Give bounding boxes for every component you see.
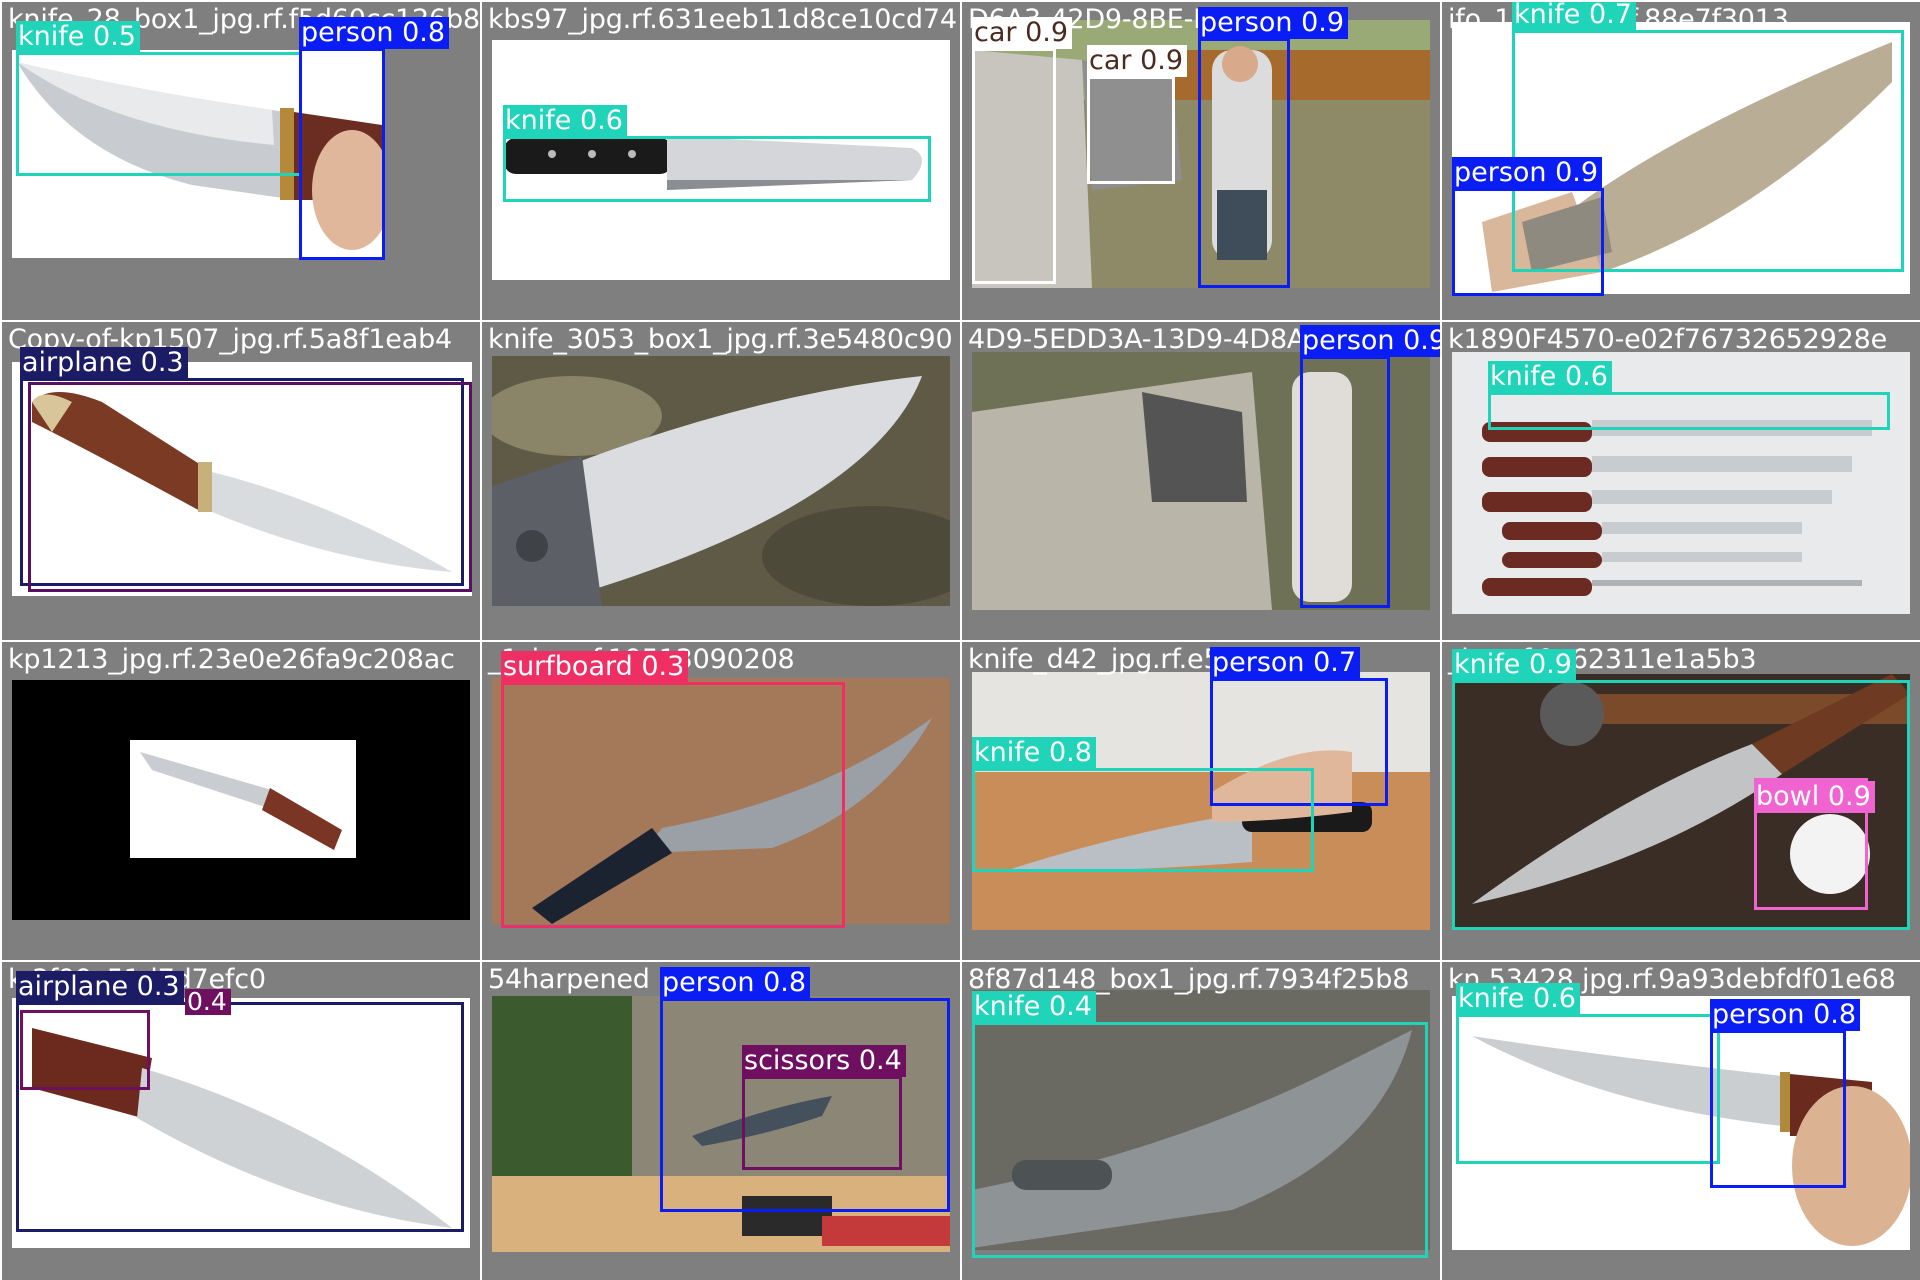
tile-9: kp1213_jpg.rf.23e0e26fa9c208ac (2, 642, 480, 960)
tile-16: kn 53428.jpg.rf.9a93debfdf01e68 knife 0.… (1442, 962, 1920, 1280)
knife-photo (492, 356, 950, 606)
bbox-label: scissors 0.4 (742, 1045, 906, 1077)
bbox-label: knife 0.6 (1488, 361, 1612, 393)
tile-10: _1_jpg.rf.19513090208 surfboard 0.3 (482, 642, 960, 960)
tile-15: 8f87d148_box1_jpg.rf.7934f25b8 knife 0.4 (962, 962, 1440, 1280)
tile-6: knife_3053_box1_jpg.rf.3e5480c90 (482, 322, 960, 640)
bbox-person: person 0.8 (299, 17, 450, 260)
bbox-knife: knife 0.6 (503, 105, 931, 202)
bbox-label: knife 0.7 (1512, 2, 1636, 31)
filename-label: k1890F4570-e02f76732652928e (1448, 324, 1887, 355)
bbox-label: knife 0.6 (503, 105, 627, 137)
bbox-label: airplane 0.3 (20, 347, 188, 379)
bbox-knife: knife 0.6 (1456, 983, 1720, 1164)
bbox-label: person 0.9 (1300, 325, 1440, 357)
filename-label: 4D9-5EDD3A-13D9-4D8A-8E (968, 324, 1348, 355)
bbox-knife: knife 0.4 (972, 991, 1428, 1258)
bbox-label: 0.4 (185, 989, 231, 1015)
tile-2: kbs97_jpg.rf.631eeb11d8ce10cd74 knife 0.… (482, 2, 960, 320)
bbox-person: person 0.9 (1198, 7, 1349, 288)
bbox-label: car 0.9 (1087, 45, 1188, 77)
bbox-label: knife 0.9 (1452, 649, 1576, 681)
tile-12: _jpg.rf.9e62311e1a5b3 knife 0.9 bowl 0.9 (1442, 642, 1920, 960)
filename-label: kp1213_jpg.rf.23e0e26fa9c208ac (8, 644, 455, 675)
bbox-label: bowl 0.9 (1754, 781, 1875, 813)
bbox-bowl: bowl 0.9 (1754, 778, 1875, 910)
bbox-label: person 0.9 (1452, 157, 1603, 189)
bbox-label: knife 0.6 (1456, 983, 1580, 1015)
tile-13: k 3f99c51d7d7efc0 airplane 0.3 0.4 (2, 962, 480, 1280)
bbox-person: person 0.9 (1300, 325, 1440, 608)
bbox-label: surfboard 0.3 (501, 651, 689, 683)
tile-14: 54harpened .b8c1026 person 0.8 scissors … (482, 962, 960, 1280)
bbox-label: airplane 0.3 (16, 971, 184, 1003)
tile-5: Copy-of-kp1507_jpg.rf.5a8f1eab4 airplane… (2, 322, 480, 640)
bbox-label: person 0.8 (660, 967, 811, 999)
detection-mosaic: knife_28_box1_jpg.rf.f5d60cc126b89788111… (0, 0, 1920, 1280)
bbox-label: person 0.9 (1198, 7, 1349, 39)
bbox-label: knife 0.8 (972, 737, 1096, 769)
bbox-person: person 0.8 (1710, 999, 1861, 1188)
filename-label: kbs97_jpg.rf.631eeb11d8ce10cd74 (488, 4, 957, 35)
bbox-knife: knife 0.5 (16, 21, 302, 176)
bbox-label: car 0.9 (972, 17, 1073, 49)
bbox-label: person 0.7 (1210, 647, 1361, 679)
tile-8: k1890F4570-e02f76732652928e knife 0.6 (1442, 322, 1920, 640)
tile-image (492, 356, 950, 606)
tile-11: knife_d42_jpg.rf.e5 4bfea person 0.7 kni… (962, 642, 1440, 960)
bbox-car: car 0.9 (1087, 45, 1188, 184)
bbox-label: knife 0.4 (972, 991, 1096, 1023)
bbox-label: knife 0.5 (16, 21, 140, 53)
tile-3: D6A3-42D9-8BE-E37D car 0.9 car 0.9 perso… (962, 2, 1440, 320)
bbox-knife: knife 0.8 (972, 737, 1314, 872)
knife-photo (130, 740, 356, 858)
tile-1: knife_28_box1_jpg.rf.f5d60cc126b89788111… (2, 2, 480, 320)
bbox-label: person 0.8 (299, 17, 450, 49)
bbox-person: person 0.9 (1452, 157, 1604, 296)
tile-image (12, 680, 470, 920)
bbox-scissors: scissors 0.4 (742, 1045, 906, 1170)
bbox-surfboard: surfboard 0.3 (501, 651, 845, 928)
bbox-knife: knife 0.6 (1488, 361, 1890, 430)
bbox-airplane-secondary (28, 382, 472, 592)
bbox-label: person 0.8 (1710, 999, 1861, 1031)
tile-4: ifo_1_ .rejpg.rf.88e7f3013 knife 0.7 per… (1442, 2, 1920, 320)
tile-7: 4D9-5EDD3A-13D9-4D8A-8E person 0.9 (962, 322, 1440, 640)
bbox-unknown: 0.4 (20, 989, 231, 1090)
filename-label: knife_3053_box1_jpg.rf.3e5480c90 (488, 324, 953, 355)
bbox-car: car 0.9 (972, 17, 1073, 284)
